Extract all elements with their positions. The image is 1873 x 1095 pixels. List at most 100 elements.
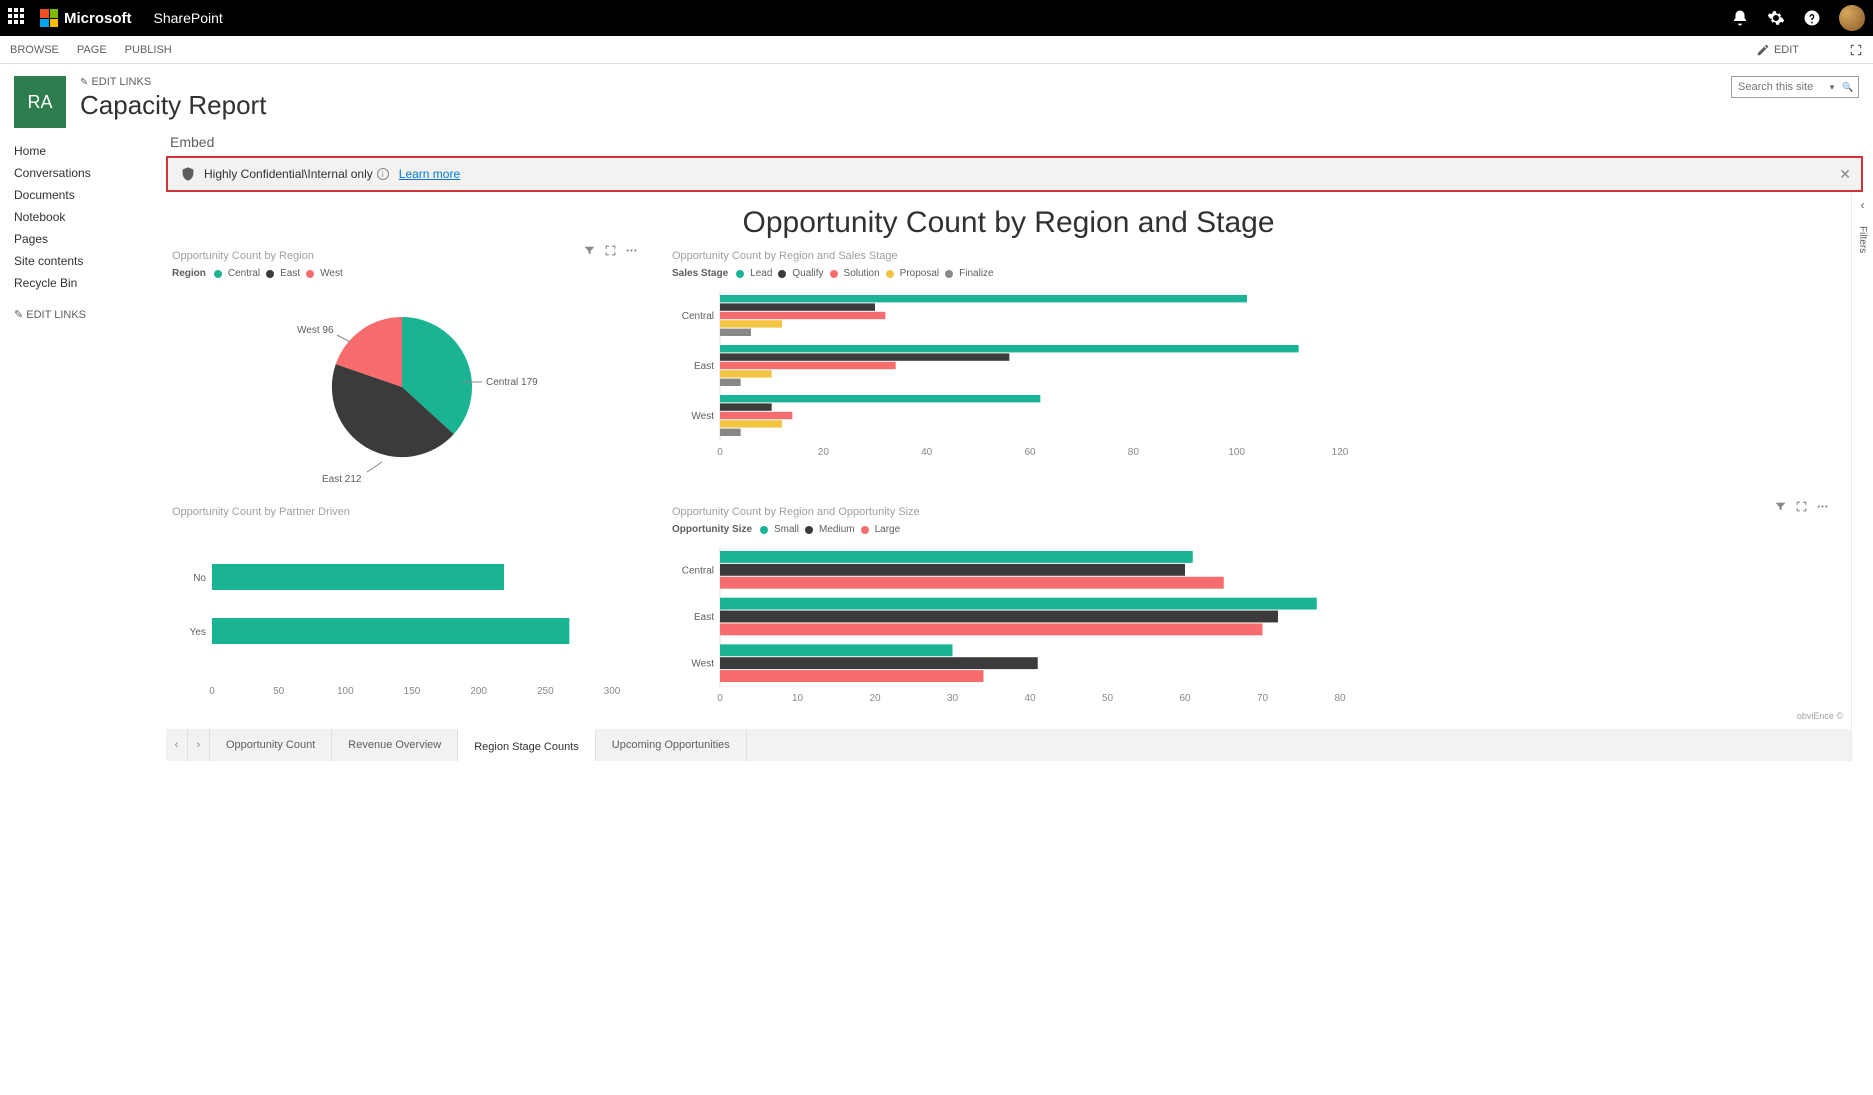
svg-text:50: 50 — [273, 686, 285, 697]
search-dropdown-icon[interactable]: ▾ — [1824, 82, 1840, 93]
sensitivity-icon — [180, 166, 196, 182]
svg-text:200: 200 — [470, 686, 487, 697]
pie-chart-svg[interactable]: Central 179 East 212 West 96 — [172, 287, 632, 487]
suite-header: Microsoft SharePoint — [0, 0, 1873, 36]
svg-text:West 96: West 96 — [297, 325, 334, 336]
chart-legend: Sales Stage Lead Qualify Solution Propos… — [672, 268, 1831, 279]
ribbon-browse[interactable]: BROWSE — [10, 44, 59, 56]
edit-links-nav[interactable]: ✎ EDIT LINKS — [14, 308, 150, 321]
ribbon-page[interactable]: PAGE — [77, 44, 107, 56]
search-icon[interactable]: 🔍 — [1840, 82, 1856, 93]
svg-text:80: 80 — [1334, 693, 1346, 704]
page-title: Capacity Report — [80, 90, 266, 121]
learn-more-link[interactable]: Learn more — [399, 167, 460, 181]
microsoft-logo: Microsoft — [40, 9, 132, 27]
search-box[interactable]: ▾ 🔍 — [1731, 76, 1859, 98]
svg-text:0: 0 — [209, 686, 215, 697]
svg-text:250: 250 — [537, 686, 554, 697]
focus-mode-icon[interactable] — [1849, 43, 1863, 57]
chevron-left-icon[interactable]: ‹ — [1861, 198, 1865, 212]
chart-title: Opportunity Count by Region and Opportun… — [672, 506, 1831, 518]
bar-svg[interactable]: No Yes 0 50 100 150 200 250 300 — [172, 524, 632, 714]
info-icon[interactable]: i — [377, 168, 389, 180]
svg-text:100: 100 — [1228, 447, 1245, 458]
svg-text:Central: Central — [682, 311, 714, 322]
chart-title: Opportunity Count by Region and Sales St… — [672, 250, 1831, 262]
svg-text:0: 0 — [717, 447, 723, 458]
svg-text:300: 300 — [604, 686, 621, 697]
help-icon[interactable] — [1803, 9, 1821, 27]
svg-text:60: 60 — [1179, 693, 1191, 704]
user-avatar[interactable] — [1839, 5, 1865, 31]
svg-text:Central: Central — [682, 565, 714, 576]
nav-pages[interactable]: Pages — [14, 228, 150, 250]
grouped-bar-svg[interactable]: CentralEastWest01020304050607080 — [672, 543, 1372, 713]
chart-region-size-bars: Opportunity Count by Region and Opportun… — [666, 496, 1837, 723]
tab-region-stage-counts[interactable]: Region Stage Counts — [458, 729, 596, 761]
main-content: Embed Highly Confidential\Internal only … — [150, 132, 1873, 761]
site-logo[interactable]: RA — [14, 76, 66, 128]
svg-text:West: West — [691, 411, 714, 422]
app-launcher-icon[interactable] — [8, 8, 28, 28]
chart-legend: Region Central East West — [172, 268, 640, 279]
tab-opportunity-count[interactable]: Opportunity Count — [210, 729, 332, 761]
report-title: Opportunity Count by Region and Stage — [166, 206, 1851, 240]
more-options-icon[interactable] — [625, 244, 638, 257]
svg-text:East 212: East 212 — [322, 474, 362, 485]
sensitivity-label: Highly Confidential\Internal only — [204, 167, 373, 181]
chart-title: Opportunity Count by Partner Driven — [172, 506, 640, 518]
nav-site-contents[interactable]: Site contents — [14, 250, 150, 272]
search-input[interactable] — [1732, 81, 1824, 93]
filter-icon[interactable] — [583, 244, 596, 257]
svg-text:Central 179: Central 179 — [486, 377, 538, 388]
app-name[interactable]: SharePoint — [154, 10, 223, 26]
ribbon-edit[interactable]: EDIT — [1756, 43, 1817, 57]
ribbon-publish[interactable]: PUBLISH — [125, 44, 172, 56]
nav-home[interactable]: Home — [14, 140, 150, 162]
svg-text:100: 100 — [337, 686, 354, 697]
grouped-bar-svg[interactable]: CentralEastWest020406080100120 — [672, 287, 1372, 467]
svg-text:60: 60 — [1024, 447, 1036, 458]
svg-text:20: 20 — [818, 447, 830, 458]
svg-text:10: 10 — [792, 693, 804, 704]
svg-text:East: East — [694, 361, 714, 372]
nav-notebook[interactable]: Notebook — [14, 206, 150, 228]
page-header: RA ✎ EDIT LINKS Capacity Report ▾ 🔍 — [0, 64, 1873, 132]
chart-region-stage-bars: Opportunity Count by Region and Sales St… — [666, 240, 1837, 496]
quick-launch-nav: Home Conversations Documents Notebook Pa… — [0, 132, 150, 761]
svg-text:0: 0 — [717, 693, 723, 704]
svg-text:30: 30 — [947, 693, 959, 704]
svg-text:120: 120 — [1332, 447, 1349, 458]
settings-icon[interactable] — [1767, 9, 1785, 27]
nav-recycle-bin[interactable]: Recycle Bin — [14, 272, 150, 294]
focus-icon[interactable] — [1795, 500, 1808, 513]
svg-text:50: 50 — [1102, 693, 1114, 704]
svg-text:West: West — [691, 659, 714, 670]
tab-upcoming-opportunities[interactable]: Upcoming Opportunities — [596, 729, 747, 761]
close-banner-icon[interactable]: ✕ — [1839, 166, 1851, 183]
svg-text:80: 80 — [1128, 447, 1140, 458]
edit-links-top[interactable]: ✎ EDIT LINKS — [80, 76, 266, 88]
chart-title: Opportunity Count by Region — [172, 250, 640, 262]
svg-text:40: 40 — [1024, 693, 1036, 704]
filters-pane-collapsed[interactable]: ‹ Filters — [1851, 192, 1873, 761]
attribution-text: obviEnce © — [1797, 711, 1843, 721]
filter-icon[interactable] — [1774, 500, 1787, 513]
svg-text:Yes: Yes — [190, 627, 206, 638]
microsoft-text: Microsoft — [64, 10, 132, 27]
ribbon: BROWSE PAGE PUBLISH EDIT — [0, 36, 1873, 64]
notifications-icon[interactable] — [1731, 9, 1749, 27]
chart-legend: Opportunity Size Small Medium Large — [672, 524, 1831, 535]
tab-revenue-overview[interactable]: Revenue Overview — [332, 729, 458, 761]
sensitivity-banner: Highly Confidential\Internal only i Lear… — [166, 156, 1863, 192]
tab-prev-icon[interactable]: ‹ — [166, 729, 188, 761]
svg-text:No: No — [193, 573, 206, 584]
nav-conversations[interactable]: Conversations — [14, 162, 150, 184]
webpart-title: Embed — [170, 134, 1873, 150]
nav-documents[interactable]: Documents — [14, 184, 150, 206]
more-options-icon[interactable] — [1816, 500, 1829, 513]
report-tabs: ‹ › Opportunity Count Revenue Overview R… — [166, 729, 1851, 761]
focus-icon[interactable] — [604, 244, 617, 257]
svg-text:150: 150 — [404, 686, 421, 697]
tab-next-icon[interactable]: › — [188, 729, 210, 761]
